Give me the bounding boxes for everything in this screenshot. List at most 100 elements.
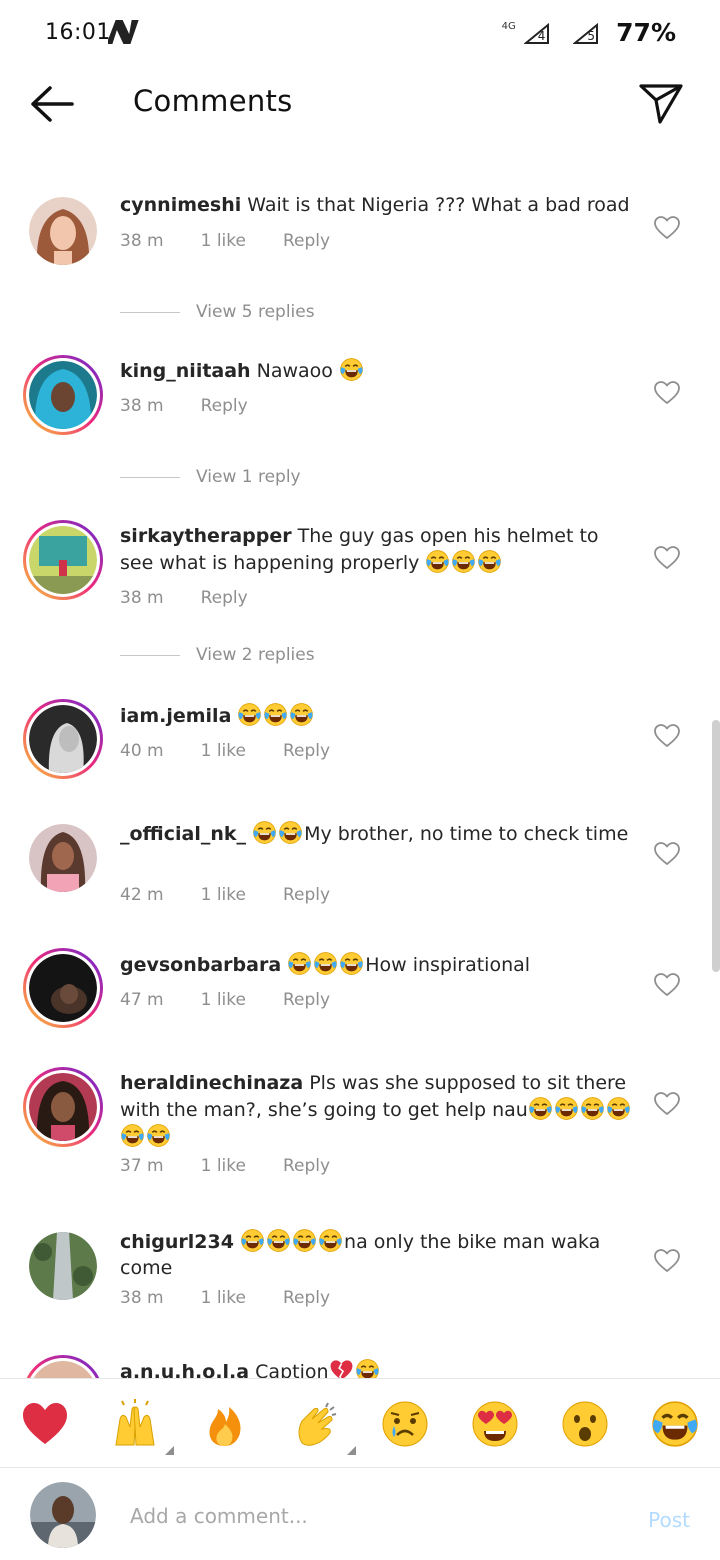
heart-icon[interactable] — [654, 724, 680, 748]
tears-of-joy-emoji — [318, 1228, 343, 1253]
arrow-left-icon[interactable] — [28, 84, 76, 124]
reply-button[interactable]: Reply — [283, 885, 330, 905]
avatar[interactable] — [23, 699, 103, 779]
raising-hands-emoji[interactable] — [110, 1399, 174, 1455]
status-time: 16:01 — [45, 20, 111, 45]
fire-emoji[interactable] — [200, 1399, 250, 1449]
comment-input[interactable] — [130, 1498, 610, 1534]
tears-of-joy-emoji — [263, 702, 288, 727]
comment-username[interactable]: gevsonbarbara — [120, 954, 281, 976]
sim-1-label: 4 — [537, 29, 546, 43]
reply-button[interactable]: Reply — [283, 990, 330, 1010]
sim-2-label: 5 — [587, 29, 595, 43]
tears-of-joy-emoji — [266, 1228, 291, 1253]
comment-meta: 38 m 1 like Reply — [120, 231, 367, 251]
comment-likes[interactable]: 1 like — [201, 231, 246, 251]
heart-icon[interactable] — [654, 1092, 680, 1116]
view-replies-label: View 1 reply — [196, 467, 301, 487]
comment-meta: 47 m 1 like Reply — [120, 990, 367, 1010]
comment-text: How inspirational — [365, 954, 531, 976]
comment-username[interactable]: a.n.u.h.o.l.a — [120, 1361, 249, 1378]
reply-button[interactable]: Reply — [283, 1156, 330, 1176]
comment-username[interactable]: _official_nk_ — [120, 823, 246, 845]
heart-icon[interactable] — [654, 973, 680, 997]
reply-button[interactable]: Reply — [283, 231, 330, 251]
avatar[interactable] — [29, 197, 97, 265]
comment-likes[interactable]: 1 like — [201, 1156, 246, 1176]
avatar[interactable] — [23, 1067, 103, 1147]
avatar[interactable] — [23, 355, 103, 435]
status-bar: 16:01 4G 4 5 77% — [0, 0, 720, 66]
battery-level: 77% — [616, 18, 676, 47]
tears-of-joy-emoji — [120, 1123, 145, 1148]
comment-meta: 40 m 1 like Reply — [120, 741, 367, 761]
comment-username[interactable]: sirkaytherapper — [120, 525, 292, 547]
post-button[interactable]: Post — [648, 1508, 690, 1532]
view-replies-label: View 2 replies — [196, 645, 315, 665]
comment-time: 38 m — [120, 1288, 164, 1308]
heart-icon[interactable] — [654, 1249, 680, 1273]
comment-likes[interactable]: 1 like — [201, 1288, 246, 1308]
avatar[interactable] — [29, 824, 97, 892]
reply-button[interactable]: Reply — [201, 588, 248, 608]
avatar[interactable] — [29, 1232, 97, 1300]
clapping-hands-emoji[interactable] — [292, 1399, 356, 1455]
comments-list[interactable]: cynnimeshi Wait is that Nigeria ??? What… — [0, 146, 720, 1378]
divider — [120, 654, 180, 656]
surprised-face-emoji[interactable] — [560, 1399, 610, 1449]
tears-of-joy-emoji — [451, 549, 476, 574]
view-replies-button[interactable]: View 1 reply — [120, 467, 301, 487]
comment-time: 38 m — [120, 231, 164, 251]
my-avatar[interactable] — [30, 1482, 96, 1548]
reply-button[interactable]: Reply — [283, 741, 330, 761]
heart-eyes-emoji[interactable] — [470, 1399, 520, 1449]
comment-meta: 38 m Reply — [120, 396, 285, 416]
avatar[interactable] — [23, 1355, 103, 1378]
comment-text: Wait is that Nigeria ??? What a bad road — [247, 194, 630, 216]
tears-of-joy-emoji — [528, 1096, 553, 1121]
comment-meta: 37 m 1 like Reply — [120, 1156, 367, 1176]
comment-time: 38 m — [120, 396, 164, 416]
view-replies-button[interactable]: View 5 replies — [120, 302, 315, 322]
comment-username[interactable]: chigurl234 — [120, 1231, 234, 1253]
tears-of-joy-emoji — [580, 1096, 605, 1121]
crying-face-emoji[interactable] — [380, 1399, 430, 1449]
tears-of-joy-emoji — [252, 820, 277, 845]
heart-icon[interactable] — [654, 381, 680, 405]
tears-of-joy-emoji — [339, 951, 364, 976]
comment-username[interactable]: cynnimeshi — [120, 194, 241, 216]
comment-username[interactable]: iam.jemila — [120, 705, 231, 727]
comment-text: Nawaoo — [256, 360, 339, 382]
comment-likes[interactable]: 1 like — [201, 741, 246, 761]
heart-icon[interactable] — [654, 546, 680, 570]
comment-username[interactable]: heraldinechinaza — [120, 1072, 303, 1094]
broken-heart-emoji — [329, 1358, 354, 1378]
avatar[interactable] — [23, 948, 103, 1028]
comment-likes[interactable]: 1 like — [201, 885, 246, 905]
tears-of-joy-emoji — [355, 1358, 380, 1378]
paper-plane-icon[interactable] — [638, 82, 684, 126]
divider — [120, 476, 180, 478]
red-heart-emoji[interactable] — [20, 1399, 70, 1449]
status-icons: 4G 4 5 — [502, 21, 615, 46]
tears-of-joy-emoji — [240, 1228, 265, 1253]
avatar[interactable] — [23, 520, 103, 600]
comment-time: 47 m — [120, 990, 164, 1010]
tears-of-joy-emoji — [339, 357, 364, 382]
comment-time: 37 m — [120, 1156, 164, 1176]
heart-icon[interactable] — [654, 842, 680, 866]
tears-of-joy-emoji[interactable] — [650, 1399, 700, 1449]
view-replies-button[interactable]: View 2 replies — [120, 645, 315, 665]
comment-meta: 38 m 1 like Reply — [120, 1288, 367, 1308]
heart-icon[interactable] — [654, 216, 680, 240]
comment-text: Caption — [255, 1361, 329, 1378]
tears-of-joy-emoji — [313, 951, 338, 976]
comment-username[interactable]: king_niitaah — [120, 360, 251, 382]
n-logo-icon — [108, 20, 139, 44]
comment-likes[interactable]: 1 like — [201, 990, 246, 1010]
reply-button[interactable]: Reply — [201, 396, 248, 416]
comment-time: 38 m — [120, 588, 164, 608]
scrollbar[interactable] — [712, 720, 720, 972]
reply-button[interactable]: Reply — [283, 1288, 330, 1308]
tears-of-joy-emoji — [425, 549, 450, 574]
